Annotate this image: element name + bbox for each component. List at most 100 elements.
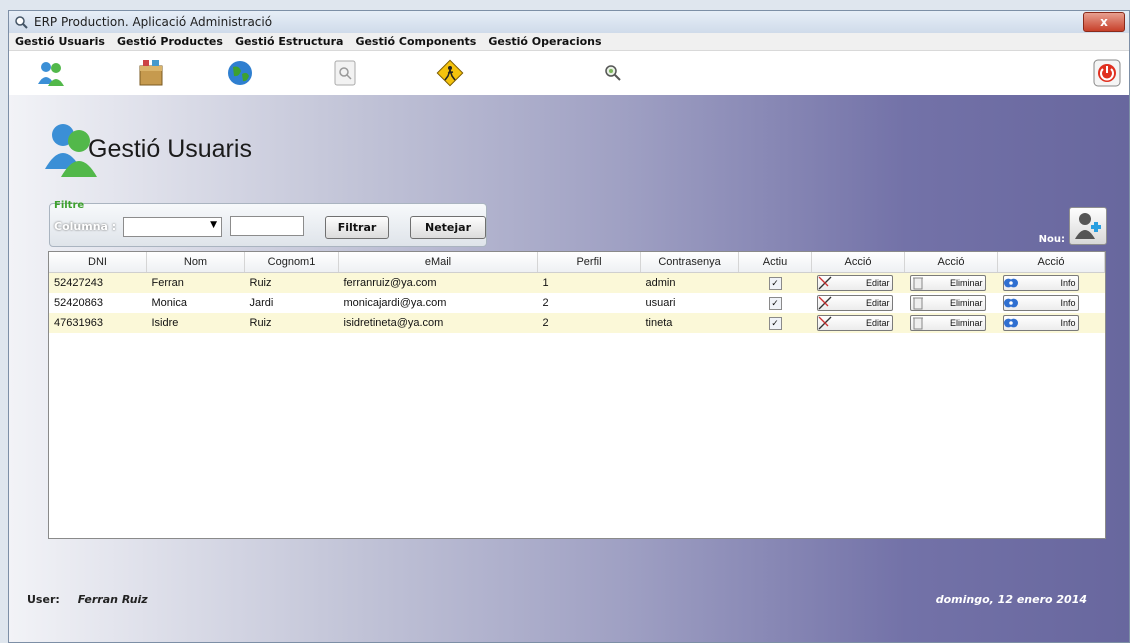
info-label: Info bbox=[1060, 298, 1076, 308]
trash-icon bbox=[911, 296, 925, 310]
operations-sign-icon[interactable] bbox=[434, 57, 466, 89]
user-label: User: bbox=[27, 593, 60, 606]
info-button[interactable]: Info bbox=[1002, 295, 1079, 311]
trash-icon bbox=[911, 276, 925, 290]
cell-perfil: 2 bbox=[537, 313, 641, 333]
chevron-down-icon: ▼ bbox=[210, 220, 217, 230]
column-header-perfil[interactable]: Perfil bbox=[537, 252, 641, 273]
filter-button[interactable]: Filtrar bbox=[325, 216, 389, 239]
cell-cognom: Ruiz bbox=[244, 313, 339, 333]
menu-bar: Gestió Usuaris Gestió Productes Gestió E… bbox=[9, 33, 1129, 51]
window-title: ERP Production. Aplicació Administració bbox=[34, 15, 273, 29]
menu-gestio-usuaris[interactable]: Gestió Usuaris bbox=[15, 35, 105, 48]
column-header-actiu[interactable]: Actiu bbox=[738, 252, 812, 273]
cell-nom: Isidre bbox=[146, 313, 245, 333]
new-user-button[interactable] bbox=[1069, 207, 1107, 245]
column-header-nom[interactable]: Nom bbox=[146, 252, 245, 273]
footer-date: domingo, 12 enero 2014 bbox=[935, 593, 1087, 606]
edit-label: Editar bbox=[865, 318, 890, 328]
cell-nom: Ferran bbox=[146, 272, 245, 293]
active-checkbox[interactable]: ✓ bbox=[768, 276, 782, 290]
add-user-icon bbox=[1075, 213, 1101, 239]
cell-actiu: ✓ bbox=[738, 272, 812, 293]
app-icon bbox=[15, 16, 28, 29]
info-label: Info bbox=[1060, 318, 1076, 328]
column-header-dni[interactable]: DNI bbox=[49, 252, 147, 273]
new-label: Nou: bbox=[1038, 234, 1065, 245]
edit-pencil-icon bbox=[818, 316, 832, 330]
trash-icon bbox=[911, 316, 925, 330]
cell-cognom: Jardi bbox=[244, 293, 339, 313]
cell-dni: 52427243 bbox=[49, 272, 147, 293]
table-row[interactable]: 52420863 Monica Jardi monicajardi@ya.com… bbox=[49, 293, 1105, 313]
edit-button[interactable]: Editar bbox=[816, 315, 893, 331]
products-box-icon[interactable] bbox=[135, 57, 167, 89]
close-button[interactable]: x bbox=[1083, 12, 1125, 32]
cell-contrasenya: admin bbox=[640, 272, 739, 293]
cell-edit: Editar bbox=[811, 272, 905, 293]
edit-pencil-icon bbox=[818, 296, 832, 310]
cell-delete: Eliminar bbox=[904, 313, 998, 333]
cell-edit: Editar bbox=[811, 313, 905, 333]
table-header-row: DNI Nom Cognom1 eMail Perfil Contrasenya… bbox=[49, 252, 1105, 273]
edit-label: Editar bbox=[865, 298, 890, 308]
info-button[interactable]: Info bbox=[1002, 315, 1079, 331]
column-header-accio-edit[interactable]: Acció bbox=[811, 252, 905, 273]
title-bar: ERP Production. Aplicació Administració … bbox=[9, 11, 1129, 33]
info-icon bbox=[1003, 296, 1018, 310]
cell-dni: 52420863 bbox=[49, 293, 147, 313]
column-header-accio-info[interactable]: Acció bbox=[997, 252, 1105, 273]
clear-button[interactable]: Netejar bbox=[410, 216, 486, 239]
filter-legend: Filtre bbox=[54, 200, 85, 211]
active-checkbox[interactable]: ✓ bbox=[768, 296, 782, 310]
search-icon[interactable] bbox=[597, 57, 629, 89]
menu-gestio-components[interactable]: Gestió Components bbox=[355, 35, 476, 48]
cell-email: ferranruiz@ya.com bbox=[338, 272, 538, 293]
menu-gestio-productes[interactable]: Gestió Productes bbox=[117, 35, 223, 48]
edit-label: Editar bbox=[865, 278, 890, 288]
menu-gestio-operacions[interactable]: Gestió Operacions bbox=[488, 35, 601, 48]
toolbar bbox=[9, 51, 1129, 96]
column-header-contrasenya[interactable]: Contrasenya bbox=[640, 252, 739, 273]
delete-button[interactable]: Eliminar bbox=[909, 295, 986, 311]
active-checkbox[interactable]: ✓ bbox=[768, 316, 782, 330]
delete-button[interactable]: Eliminar bbox=[909, 275, 986, 291]
cell-nom: Monica bbox=[146, 293, 245, 313]
components-icon[interactable] bbox=[329, 57, 361, 89]
globe-icon[interactable] bbox=[224, 57, 256, 89]
edit-pencil-icon bbox=[818, 276, 832, 290]
cell-email: monicajardi@ya.com bbox=[338, 293, 538, 313]
cell-delete: Eliminar bbox=[904, 293, 998, 313]
table-row[interactable]: 52427243 Ferran Ruiz ferranruiz@ya.com 1… bbox=[49, 272, 1105, 293]
edit-button[interactable]: Editar bbox=[816, 295, 893, 311]
page-title: Gestió Usuaris bbox=[88, 135, 252, 163]
delete-button[interactable]: Eliminar bbox=[909, 315, 986, 331]
filter-text-input[interactable] bbox=[230, 216, 304, 236]
column-select[interactable]: ▼ bbox=[123, 217, 222, 237]
column-header-accio-delete[interactable]: Acció bbox=[904, 252, 998, 273]
column-header-email[interactable]: eMail bbox=[338, 252, 538, 273]
column-label: Columna : bbox=[54, 220, 117, 233]
users-icon[interactable] bbox=[35, 57, 67, 89]
cell-delete: Eliminar bbox=[904, 272, 998, 293]
cell-actiu: ✓ bbox=[738, 293, 812, 313]
cell-dni: 47631963 bbox=[49, 313, 147, 333]
menu-gestio-estructura[interactable]: Gestió Estructura bbox=[235, 35, 344, 48]
power-icon[interactable] bbox=[1091, 57, 1123, 89]
cell-perfil: 2 bbox=[537, 293, 641, 313]
info-label: Info bbox=[1060, 278, 1076, 288]
filter-group: Filtre Columna : ▼ Filtrar Netejar bbox=[49, 200, 487, 247]
cell-info: Info bbox=[997, 313, 1105, 333]
info-button[interactable]: Info bbox=[1002, 275, 1079, 291]
delete-label: Eliminar bbox=[949, 318, 983, 328]
cell-perfil: 1 bbox=[537, 272, 641, 293]
cell-contrasenya: tineta bbox=[640, 313, 739, 333]
column-header-cognom1[interactable]: Cognom1 bbox=[244, 252, 339, 273]
table-row[interactable]: 47631963 Isidre Ruiz isidretineta@ya.com… bbox=[49, 313, 1105, 333]
cell-email: isidretineta@ya.com bbox=[338, 313, 538, 333]
cell-contrasenya: usuari bbox=[640, 293, 739, 313]
cell-info: Info bbox=[997, 293, 1105, 313]
edit-button[interactable]: Editar bbox=[816, 275, 893, 291]
main-content: Gestió Usuaris Filtre Columna : ▼ Filtra… bbox=[9, 95, 1129, 642]
info-icon bbox=[1003, 316, 1018, 330]
